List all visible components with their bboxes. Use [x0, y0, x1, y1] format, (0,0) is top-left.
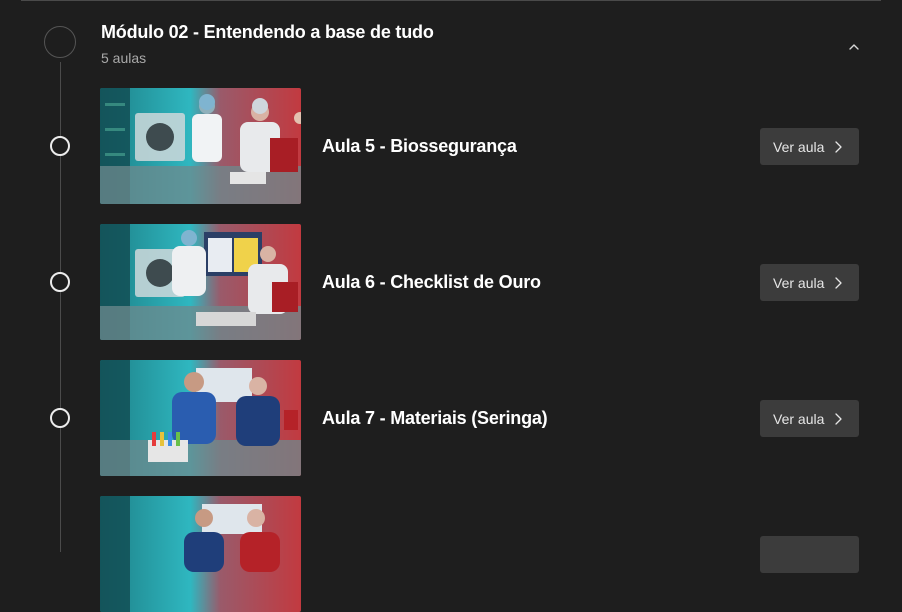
view-lesson-button[interactable]: Ver aula [760, 128, 859, 165]
view-lesson-button[interactable]: Ver aula [760, 264, 859, 301]
lesson-item: Aula 6 - Checklist de Ouro Ver aula [0, 224, 902, 340]
lesson-title: Aula 7 - Materiais (Seringa) [322, 408, 548, 428]
chevron-up-icon [849, 44, 859, 50]
chevron-right-icon [834, 412, 843, 426]
module-lesson-count: 5 aulas [101, 50, 147, 66]
lesson-status-circle [50, 408, 70, 428]
lesson-thumbnail[interactable] [100, 360, 301, 476]
lesson-thumbnail[interactable] [100, 224, 301, 340]
module-status-circle [44, 26, 76, 58]
lesson-thumbnail[interactable] [100, 88, 301, 204]
view-lesson-button[interactable]: Ver aula [760, 400, 859, 437]
view-lesson-label: Ver aula [773, 138, 825, 155]
lesson-item: Aula 7 - Materiais (Seringa) Ver aula [0, 360, 902, 476]
view-lesson-label: Ver aula [773, 410, 825, 427]
view-lesson-label: Ver aula [773, 274, 825, 291]
chevron-right-icon [834, 276, 843, 290]
lesson-item: Aula 5 - Biossegurança Ver aula [0, 88, 902, 204]
top-divider [21, 0, 881, 1]
lesson-status-circle [50, 136, 70, 156]
lesson-title: Aula 5 - Biossegurança [322, 136, 517, 156]
view-lesson-button[interactable] [760, 536, 859, 573]
lesson-status-circle [50, 272, 70, 292]
chevron-right-icon [834, 140, 843, 154]
lesson-thumbnail[interactable] [100, 496, 301, 612]
lesson-item [0, 496, 902, 612]
lesson-title: Aula 6 - Checklist de Ouro [322, 272, 541, 292]
collapse-module-button[interactable] [843, 36, 865, 58]
module-title: Módulo 02 - Entendendo a base de tudo [101, 22, 434, 42]
